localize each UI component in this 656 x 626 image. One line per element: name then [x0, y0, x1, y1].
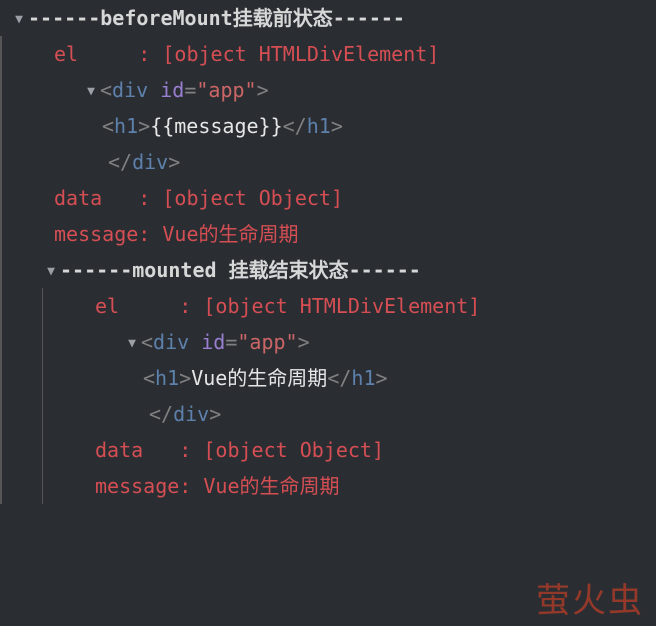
angle-open: < — [102, 108, 114, 144]
log-line-data: data : [object Object] — [43, 432, 656, 468]
tag-name-h1: h1 — [114, 108, 138, 144]
dom-tree-h1: <h1>Vue的生命周期</h1> — [43, 360, 656, 396]
attr-id: id — [201, 324, 225, 360]
log-group-body-mounted: el : [object HTMLDivElement] ▼ <div id="… — [42, 288, 656, 504]
angle-close: > — [138, 108, 150, 144]
log-line-el: el : [object HTMLDivElement] — [12, 36, 656, 72]
tag-name-div: div — [173, 396, 209, 432]
quote-open: " — [237, 324, 249, 360]
log-line-el: el : [object HTMLDivElement] — [43, 288, 656, 324]
log-line-message: message: Vue的生命周期 — [43, 468, 656, 504]
log-group-header-beforemount[interactable]: ▼ ------beforeMount挂载前状态------ — [0, 0, 656, 36]
quote-close: " — [245, 72, 257, 108]
attr-value-app: app — [249, 324, 285, 360]
angle-open-slash: </ — [327, 360, 351, 396]
angle-close: > — [331, 108, 343, 144]
angle-close: > — [257, 72, 269, 108]
el-label: el : — [54, 36, 162, 72]
space — [189, 324, 201, 360]
expand-arrow-icon[interactable]: ▼ — [42, 260, 60, 283]
angle-close: > — [298, 324, 310, 360]
dom-tree-div-close: </div> — [12, 144, 656, 180]
log-group-header-mounted[interactable]: ▼ ------mounted 挂载结束状态------ — [12, 252, 656, 288]
tag-name-h1: h1 — [155, 360, 179, 396]
angle-close: > — [209, 396, 221, 432]
angle-open-slash: </ — [108, 144, 132, 180]
attr-id: id — [160, 72, 184, 108]
angle-open: < — [100, 72, 112, 108]
angle-open-slash: </ — [283, 108, 307, 144]
dom-tree-h1: <h1>{{message}}</h1> — [12, 108, 656, 144]
angle-close: > — [179, 360, 191, 396]
log-line-message: message: Vue的生命周期 — [12, 216, 656, 252]
log-line-data: data : [object Object] — [12, 180, 656, 216]
angle-close: > — [168, 144, 180, 180]
equals: = — [225, 324, 237, 360]
el-label: el : — [95, 288, 203, 324]
tag-name-h1: h1 — [307, 108, 331, 144]
message-label: message: — [95, 468, 203, 504]
header-dash-prefix: ------ — [28, 0, 100, 36]
tag-name-div: div — [132, 144, 168, 180]
el-value: [object HTMLDivElement] — [203, 288, 480, 324]
expand-arrow-icon[interactable]: ▼ — [10, 8, 28, 31]
header-mid — [217, 252, 229, 288]
space — [148, 72, 160, 108]
header-dash-suffix: 挂载结束状态------ — [229, 252, 421, 288]
dom-tree-div-open[interactable]: ▼ <div id="app"> — [12, 72, 656, 108]
quote-open: " — [196, 72, 208, 108]
expand-arrow-icon[interactable]: ▼ — [82, 80, 100, 103]
dom-tree-div-open[interactable]: ▼ <div id="app"> — [43, 324, 656, 360]
tag-name-div: div — [112, 72, 148, 108]
message-value: Vue的生命周期 — [203, 468, 339, 504]
tag-name-h1: h1 — [351, 360, 375, 396]
header-dash-suffix: 挂载前状态------ — [233, 0, 405, 36]
data-label: data : — [54, 180, 162, 216]
h1-text-content: Vue的生命周期 — [191, 360, 327, 396]
header-dash-prefix: ------ — [60, 252, 132, 288]
h1-text-content: {{message}} — [150, 108, 282, 144]
equals: = — [184, 72, 196, 108]
attr-value-app: app — [208, 72, 244, 108]
header-hook-name: mounted — [132, 252, 216, 288]
angle-open: < — [141, 324, 153, 360]
expand-arrow-icon[interactable]: ▼ — [123, 332, 141, 355]
angle-open-slash: </ — [149, 396, 173, 432]
log-group-body-beforemount: el : [object HTMLDivElement] ▼ <div id="… — [0, 36, 656, 504]
angle-open: < — [143, 360, 155, 396]
message-value: Vue的生命周期 — [162, 216, 298, 252]
header-hook-name: beforeMount — [100, 0, 232, 36]
el-value: [object HTMLDivElement] — [162, 36, 439, 72]
dom-tree-div-close: </div> — [43, 396, 656, 432]
message-label: message: — [54, 216, 162, 252]
data-value: [object Object] — [203, 432, 384, 468]
data-label: data : — [95, 432, 203, 468]
watermark-text: 萤火虫 — [536, 573, 644, 622]
quote-close: " — [286, 324, 298, 360]
data-value: [object Object] — [162, 180, 343, 216]
angle-close: > — [376, 360, 388, 396]
tag-name-div: div — [153, 324, 189, 360]
